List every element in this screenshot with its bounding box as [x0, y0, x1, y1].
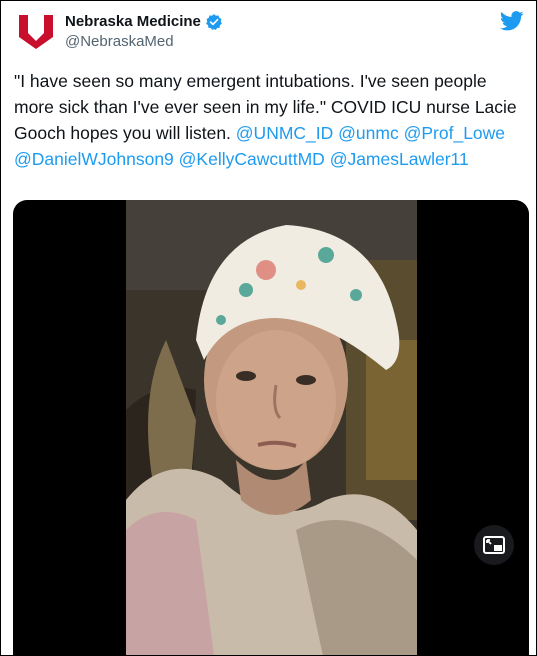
mention-link[interactable]: @Prof_Lowe [404, 123, 505, 143]
nebraska-medicine-logo[interactable] [17, 11, 55, 49]
display-name-text[interactable]: Nebraska Medicine [65, 12, 201, 32]
author-handle[interactable]: @NebraskaMed [65, 32, 223, 52]
mention-link[interactable]: @UNMC_ID [236, 123, 334, 143]
mention-link[interactable]: @unmc [338, 123, 399, 143]
video-still [126, 200, 417, 655]
mention-link[interactable]: @KellyCawcuttMD [179, 149, 325, 169]
verified-badge-icon [206, 14, 222, 30]
picture-in-picture-button[interactable] [474, 525, 514, 565]
picture-in-picture-icon [483, 536, 505, 554]
tweet-header: Nebraska Medicine @NebraskaMed [17, 11, 524, 53]
tweet-text: "I have seen so many emergent intubation… [14, 68, 524, 172]
tweet-card: Nebraska Medicine @NebraskaMed "I have s… [0, 0, 537, 656]
mention-link[interactable]: @JamesLawler11 [330, 149, 469, 169]
mention-link[interactable]: @DanielWJohnson9 [14, 149, 174, 169]
twitter-bird-icon[interactable] [500, 11, 524, 31]
author-display-name[interactable]: Nebraska Medicine [65, 12, 223, 32]
author-names: Nebraska Medicine @NebraskaMed [65, 12, 223, 52]
tweet-video[interactable] [13, 200, 529, 655]
video-frame[interactable] [126, 200, 417, 655]
